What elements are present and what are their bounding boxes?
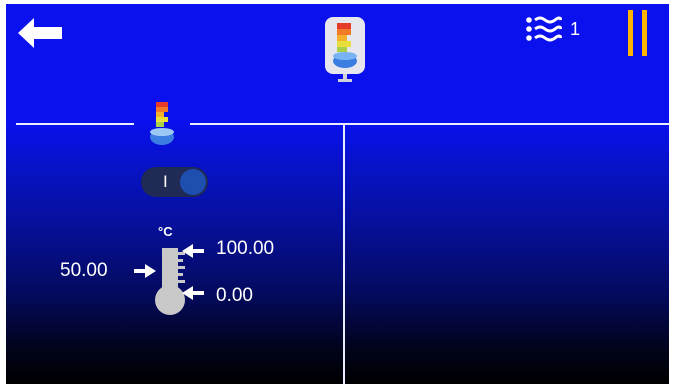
fan-level-label: 1 (570, 19, 581, 39)
pause-button[interactable] (624, 8, 654, 58)
min-value: 0.00 (216, 285, 253, 306)
fan-speed-icon (526, 16, 562, 42)
toggle-knob (180, 169, 206, 195)
arrow-left-icon (18, 18, 62, 48)
fan-speed-button[interactable]: 1 (526, 12, 598, 46)
max-value: 100.00 (216, 238, 275, 259)
arrow-left-icon (182, 244, 204, 258)
section-icon (148, 100, 180, 148)
pause-icon (628, 10, 647, 56)
setpoint-value-field[interactable]: 50.00 (60, 258, 160, 284)
panel-divider (343, 125, 345, 384)
max-value-field[interactable]: 100.00 (182, 236, 302, 262)
device-icon-button[interactable] (323, 15, 369, 83)
min-value-field[interactable]: 0.00 (182, 282, 282, 308)
arrow-right-icon (134, 264, 156, 278)
power-toggle[interactable]: I (141, 167, 208, 197)
screen: 1 I °C 50.00 100.00 0.00 (6, 4, 669, 384)
water-heater-icon (325, 17, 365, 82)
temperature-unit: °C (158, 224, 173, 239)
toggle-label: I (163, 172, 168, 191)
setpoint-value: 50.00 (60, 260, 108, 281)
back-button[interactable] (18, 18, 64, 48)
water-heater-icon (150, 102, 174, 145)
arrow-left-icon (182, 286, 204, 300)
section-divider-left (16, 123, 134, 125)
section-divider-right (190, 123, 669, 125)
